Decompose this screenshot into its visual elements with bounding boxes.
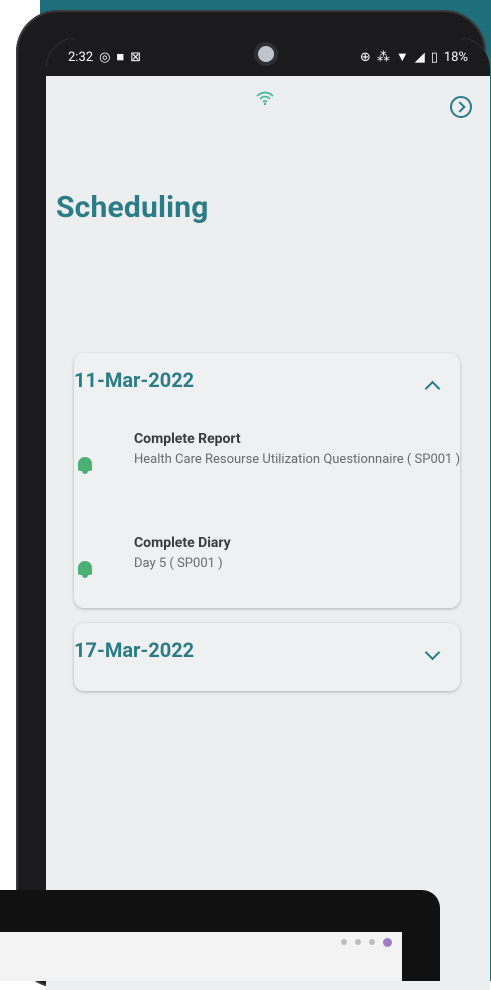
bell-icon <box>78 561 92 578</box>
chevron-up-icon[interactable] <box>424 380 441 397</box>
status-right: ⊕ ⁂ ▼ ◢ ▯ 18% <box>359 49 468 66</box>
phone-screen: 2:32 ◎ ■ ⊠ ⊕ ⁂ ▼ ◢ ▯ 18% Scheduling 11-M… <box>46 38 490 990</box>
battery-percent: 18% <box>443 49 468 65</box>
card-header[interactable]: 11-Mar-2022 <box>74 353 460 413</box>
bell-icon <box>78 457 92 474</box>
youtube-icon: ■ <box>116 50 125 65</box>
minimize-icon[interactable] <box>341 939 347 945</box>
signal-icon: ◢ <box>414 49 425 65</box>
camera-icon <box>258 46 274 62</box>
gmail-icon: ⊠ <box>130 49 142 65</box>
wifi-icon: ▼ <box>395 50 409 65</box>
close-icon[interactable] <box>369 939 375 945</box>
laptop-screen <box>0 932 402 981</box>
battery-icon: ▯ <box>430 49 438 65</box>
schedule-card: 11-Mar-2022 Complete Report Health Care … <box>74 353 460 608</box>
status-left: 2:32 ◎ ■ ⊠ <box>68 49 142 66</box>
data-saver-icon: ⊕ <box>359 49 371 65</box>
wifi-icon <box>256 91 274 106</box>
item-description: Day 5 ( SP001 ) <box>134 556 223 571</box>
laptop-frame <box>0 890 440 981</box>
item-title: Complete Report <box>134 431 241 447</box>
volte-icon: ⁂ <box>376 49 390 65</box>
phone-frame: 2:32 ◎ ■ ⊠ ⊕ ⁂ ▼ ◢ ▯ 18% Scheduling 11-M… <box>16 10 490 990</box>
browser-toolbar <box>0 932 402 952</box>
page-title: Scheduling <box>56 190 209 225</box>
schedule-card: 17-Mar-2022 <box>74 623 460 691</box>
item-title: Complete Diary <box>134 535 231 551</box>
item-description: Health Care Resourse Utilization Questio… <box>134 452 461 467</box>
extension-icon[interactable] <box>383 937 392 947</box>
card-header[interactable]: 17-Mar-2022 <box>74 623 460 683</box>
maximize-icon[interactable] <box>355 939 361 945</box>
schedule-date: 11-Mar-2022 <box>74 368 195 392</box>
schedule-date: 17-Mar-2022 <box>74 638 195 662</box>
target-icon: ◎ <box>99 49 111 65</box>
settings-icon[interactable] <box>450 96 472 118</box>
status-time: 2:32 <box>68 49 94 65</box>
chevron-down-icon[interactable] <box>424 644 441 661</box>
